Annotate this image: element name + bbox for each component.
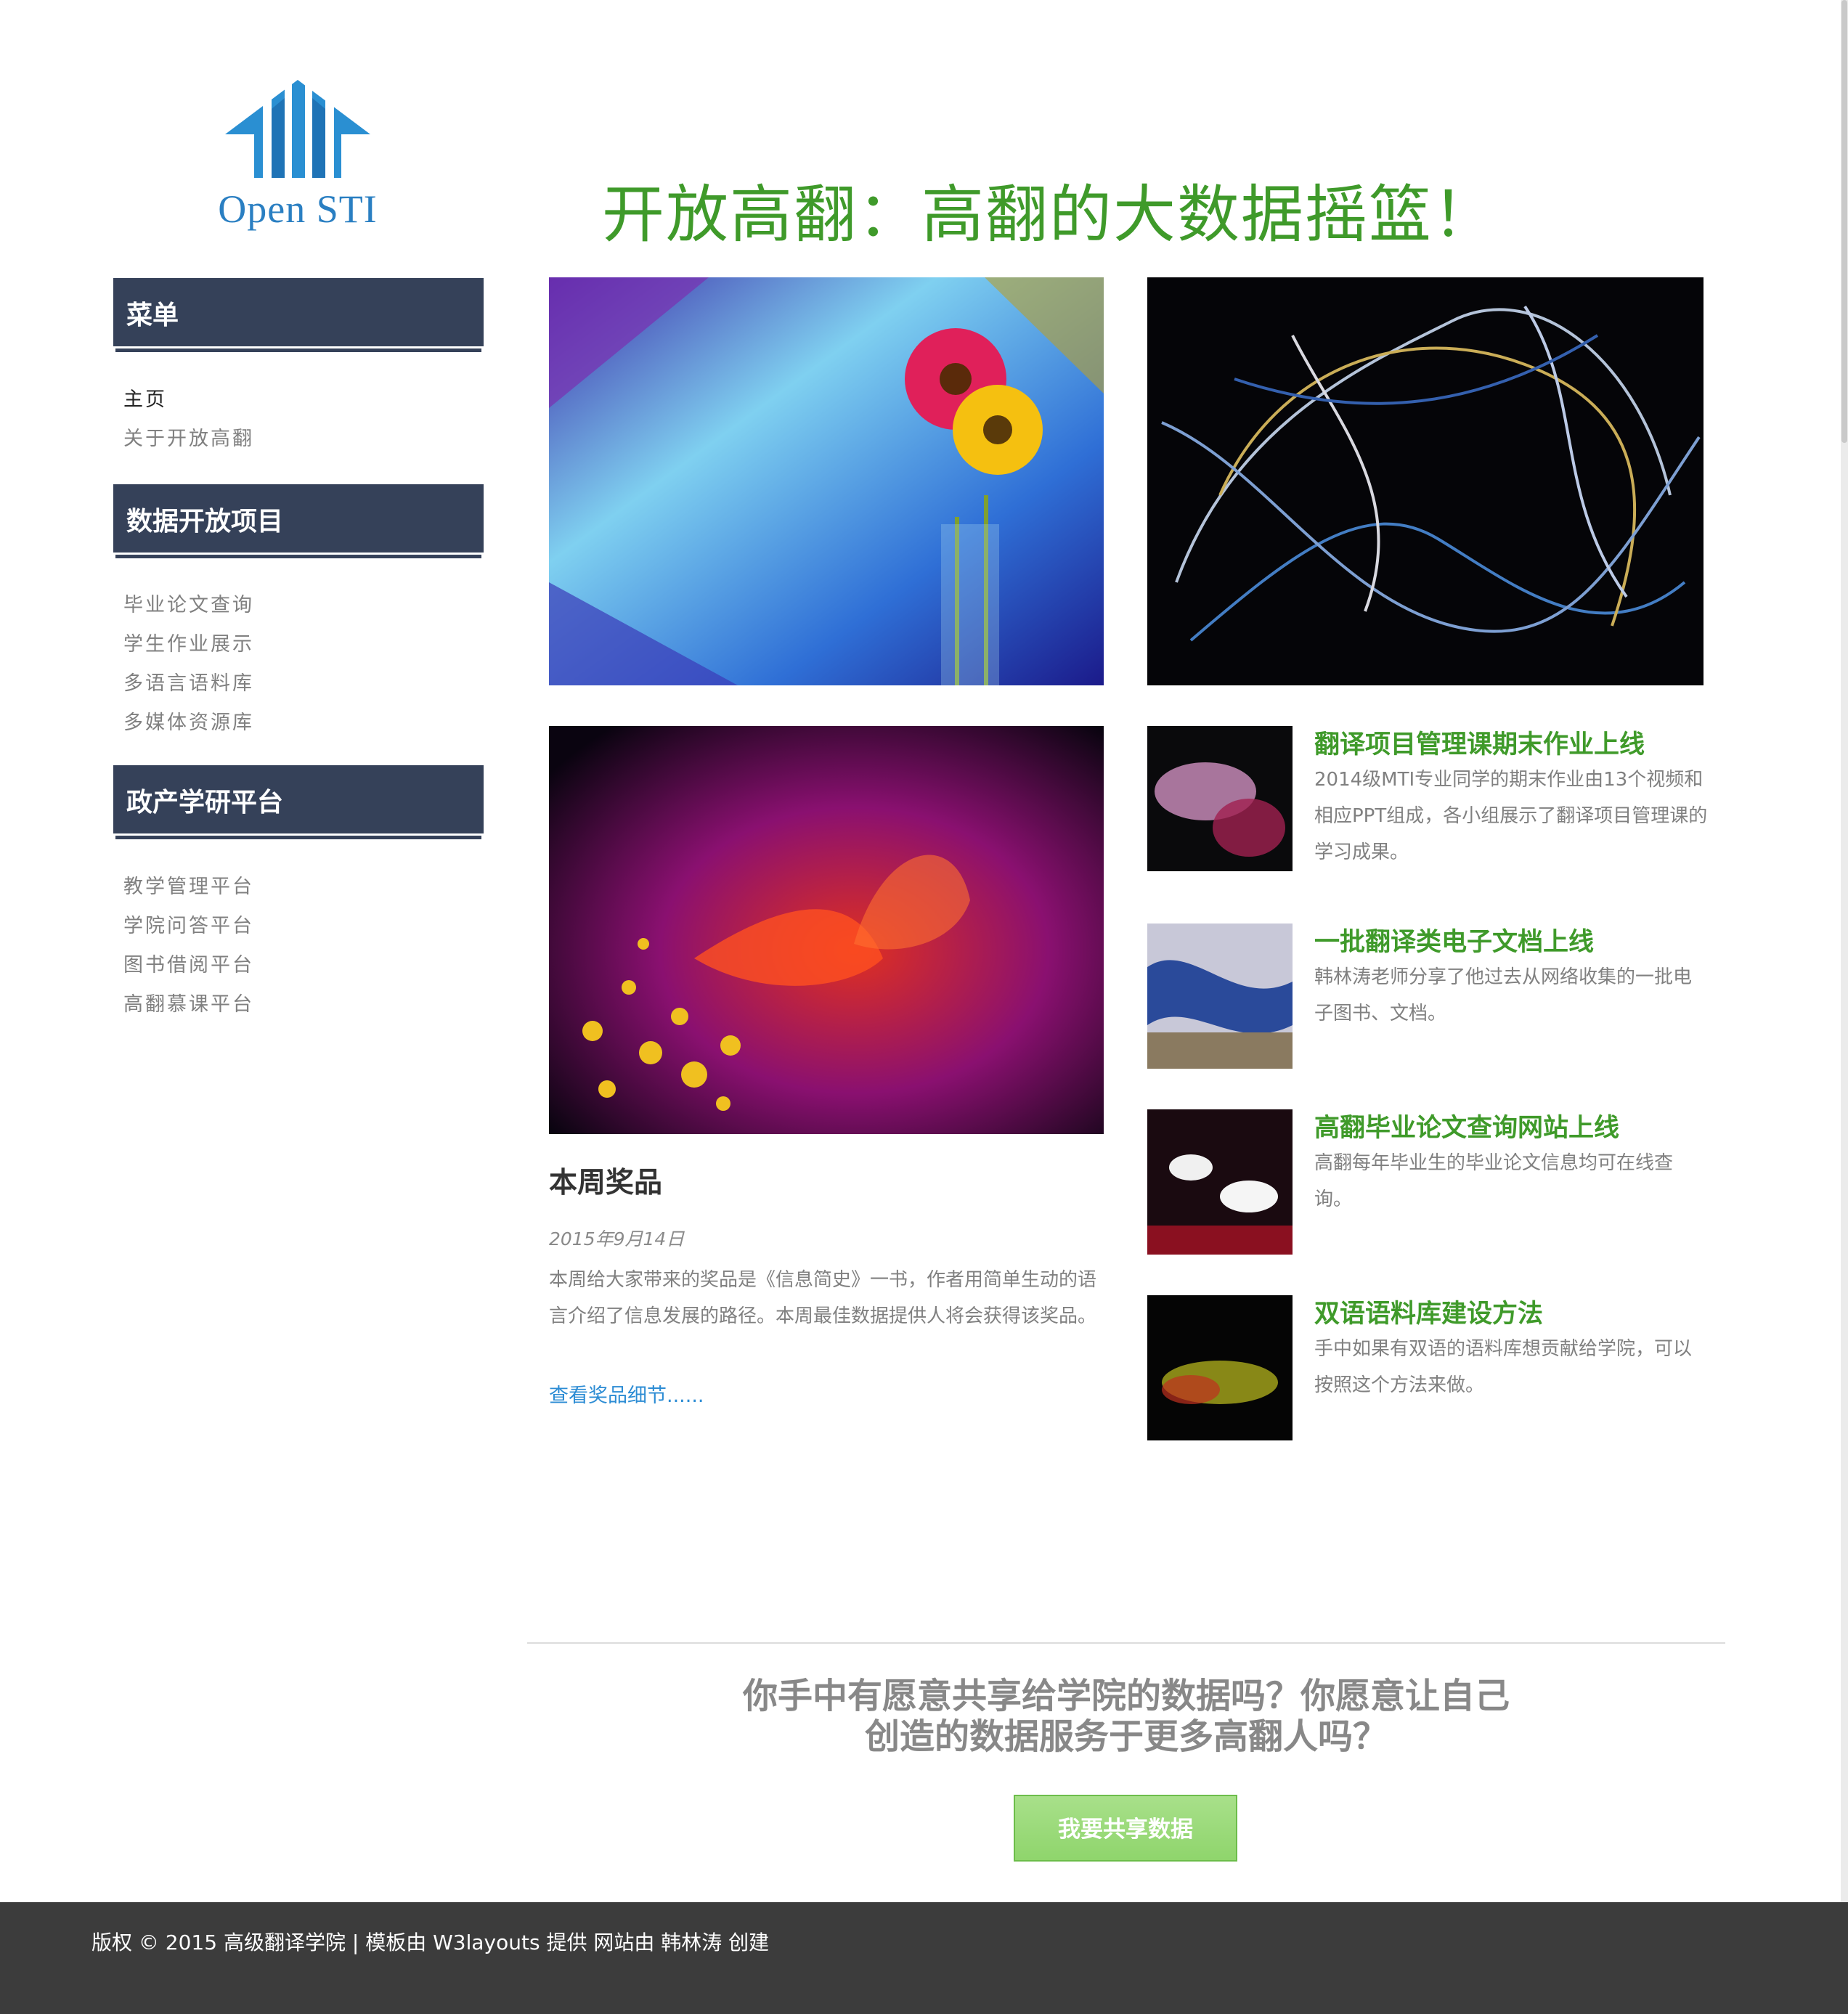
news-desc: 韩林涛老师分享了他过去从网络收集的一批电子图书、文档。 bbox=[1314, 966, 1693, 1024]
scrollbar[interactable] bbox=[1841, 0, 1848, 1902]
butterfly-image[interactable] bbox=[549, 726, 1104, 1134]
divider bbox=[113, 550, 484, 553]
feature-more-link[interactable]: 查看奖品细节...... bbox=[549, 1379, 704, 1408]
cta-line: 你手中有愿意共享给学院的数据吗？你愿意让自己 bbox=[742, 1676, 1510, 1716]
sidebar-item-qa[interactable]: 学院问答平台 bbox=[123, 910, 254, 938]
feature-date: 2015年9月14日 bbox=[549, 1228, 685, 1249]
cta-text: 你手中有愿意共享给学院的数据吗？你愿意让自己 创造的数据服务于更多高翻人吗？ bbox=[527, 1676, 1725, 1757]
sidebar-heading-label: 菜单 bbox=[126, 301, 179, 330]
news-thumb[interactable] bbox=[1147, 1295, 1293, 1440]
news-desc: 2014级MTI专业同学的期末作业由13个视频和相应PPT组成，各小组展示了翻译… bbox=[1314, 769, 1708, 863]
sidebar-item-corpus[interactable]: 多语言语料库 bbox=[123, 667, 254, 696]
sidebar-item-home[interactable]: 主页 bbox=[123, 383, 167, 412]
house-logo-icon bbox=[225, 76, 370, 185]
feature-title[interactable]: 本周奖品 bbox=[549, 1160, 662, 1201]
sidebar-heading-platforms: 政产学研平台 bbox=[113, 765, 484, 836]
news-thumb[interactable] bbox=[1147, 1109, 1293, 1255]
logo-text: Open STI bbox=[218, 187, 378, 231]
cta-line: 创造的数据服务于更多高翻人吗？ bbox=[864, 1716, 1388, 1757]
footer: 版权 © 2015 高级翻译学院 | 模板由 W3layouts 提供 网站由 … bbox=[0, 1902, 1848, 2014]
sidebar-heading-data-projects: 数据开放项目 bbox=[113, 484, 484, 555]
share-data-button[interactable]: 我要共享数据 bbox=[1014, 1795, 1237, 1862]
news-title[interactable]: 双语语料库建设方法 bbox=[1314, 1293, 1543, 1330]
page-headline: 开放高翻：高翻的大数据摇篮！ bbox=[602, 179, 1497, 251]
news-thumb[interactable] bbox=[1147, 924, 1293, 1069]
sidebar-heading-menu: 菜单 bbox=[113, 278, 484, 348]
news-desc: 高翻每年毕业生的毕业论文信息均可在线查询。 bbox=[1314, 1152, 1674, 1210]
divider bbox=[527, 1642, 1725, 1644]
sidebar-item-about[interactable]: 关于开放高翻 bbox=[123, 423, 254, 451]
abstract-lines-image[interactable] bbox=[1147, 277, 1704, 685]
sidebar-item-library[interactable]: 图书借阅平台 bbox=[123, 949, 254, 977]
feature-body: 本周给大家带来的奖品是《信息简史》一书，作者用简单生动的语言介绍了信息发展的路径… bbox=[549, 1269, 1097, 1327]
divider bbox=[113, 343, 484, 346]
sidebar-item-multimedia[interactable]: 多媒体资源库 bbox=[123, 706, 254, 735]
sidebar-item-thesis-search[interactable]: 毕业论文查询 bbox=[123, 589, 254, 617]
news-thumb[interactable] bbox=[1147, 726, 1293, 871]
news-title[interactable]: 高翻毕业论文查询网站上线 bbox=[1314, 1107, 1619, 1144]
sidebar-item-student-work[interactable]: 学生作业展示 bbox=[123, 628, 254, 656]
sidebar-heading-label: 数据开放项目 bbox=[126, 507, 284, 537]
sidebar-item-mooc[interactable]: 高翻慕课平台 bbox=[123, 988, 254, 1016]
news-desc: 手中如果有双语的语料库想贡献给学院，可以按照这个方法来做。 bbox=[1314, 1338, 1693, 1396]
news-title[interactable]: 一批翻译类电子文档上线 bbox=[1314, 921, 1594, 958]
divider bbox=[113, 831, 484, 833]
sidebar-heading-label: 政产学研平台 bbox=[126, 788, 284, 818]
flower-banner-image[interactable] bbox=[549, 277, 1104, 685]
footer-text: 版权 © 2015 高级翻译学院 | 模板由 W3layouts 提供 网站由 … bbox=[91, 1931, 770, 1954]
sidebar-item-teaching[interactable]: 教学管理平台 bbox=[123, 871, 254, 899]
scrollbar-thumb[interactable] bbox=[1841, 0, 1847, 443]
news-title[interactable]: 翻译项目管理课期末作业上线 bbox=[1314, 724, 1645, 761]
site-logo[interactable]: Open STI bbox=[218, 76, 378, 236]
